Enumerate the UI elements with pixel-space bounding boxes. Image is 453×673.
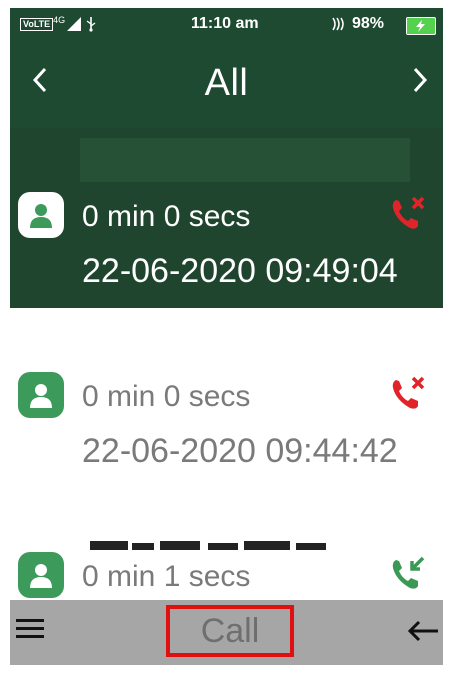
call-duration: 0 min 1 secs	[82, 560, 251, 593]
incoming-call-icon	[386, 552, 430, 596]
battery-percent: 98%	[352, 15, 385, 32]
contact-avatar-icon	[18, 552, 64, 598]
volte-badge: VoLTE	[20, 17, 54, 31]
signal-icon	[67, 17, 82, 31]
call-timestamp: 22-06-2020 09:44:42	[82, 432, 398, 470]
status-bar: VoLTE 4G 11:10 am 98%	[10, 8, 443, 42]
clock: 11:10 am	[191, 15, 259, 32]
usb-icon	[86, 17, 96, 32]
back-arrow-icon[interactable]	[406, 614, 440, 648]
battery-indicator: 98%	[330, 15, 384, 33]
call-softkey-button[interactable]: Call	[166, 605, 294, 657]
title-bar: All	[10, 42, 443, 128]
battery-icon	[406, 17, 436, 35]
call-duration: 0 min 0 secs	[82, 200, 251, 233]
contact-avatar-icon	[18, 372, 64, 418]
call-log-item[interactable]: 0 min 0 secs 22-06-2020 09:44:42	[10, 308, 443, 508]
phone-screen: VoLTE 4G 11:10 am 98% All 0 min 0 secs 2…	[10, 8, 443, 665]
wifi-calling-icon	[332, 17, 344, 31]
network-gen-label: 4G	[53, 15, 66, 25]
contact-avatar-icon	[18, 192, 64, 238]
chevron-right-icon[interactable]	[412, 66, 428, 100]
call-timestamp: 22-06-2020 09:49:04	[82, 252, 398, 290]
missed-call-icon	[386, 372, 430, 416]
network-indicators: VoLTE 4G	[20, 15, 97, 32]
page-title: All	[204, 62, 249, 104]
call-log-item[interactable]: 0 min 0 secs 22-06-2020 09:49:04	[10, 128, 443, 308]
call-log-item[interactable]: 0 min 1 secs	[10, 548, 443, 600]
missed-call-icon	[386, 192, 430, 236]
menu-icon[interactable]	[14, 612, 48, 646]
softkey-bar: Call	[10, 600, 443, 665]
call-duration: 0 min 0 secs	[82, 380, 251, 413]
